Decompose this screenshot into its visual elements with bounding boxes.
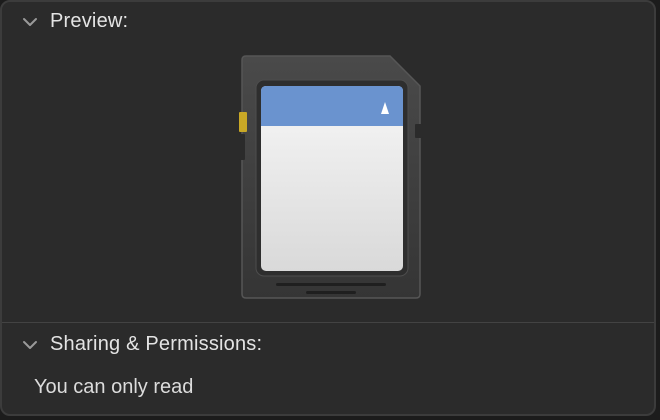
chevron-down-icon[interactable] — [20, 12, 40, 32]
preview-section-header[interactable]: Preview: — [20, 10, 128, 33]
preview-header-label: Preview: — [50, 10, 129, 32]
info-panel: Preview: Sharing & Permissions: You can … — [0, 0, 656, 416]
permission-status-text: You can only read — [34, 376, 194, 398]
chevron-down-icon[interactable] — [20, 335, 40, 355]
section-divider — [2, 322, 654, 323]
sd-card-icon — [238, 52, 424, 302]
sharing-header-label: Sharing & Permissions: — [50, 333, 263, 355]
sharing-section-header[interactable]: Sharing & Permissions: — [20, 333, 262, 356]
